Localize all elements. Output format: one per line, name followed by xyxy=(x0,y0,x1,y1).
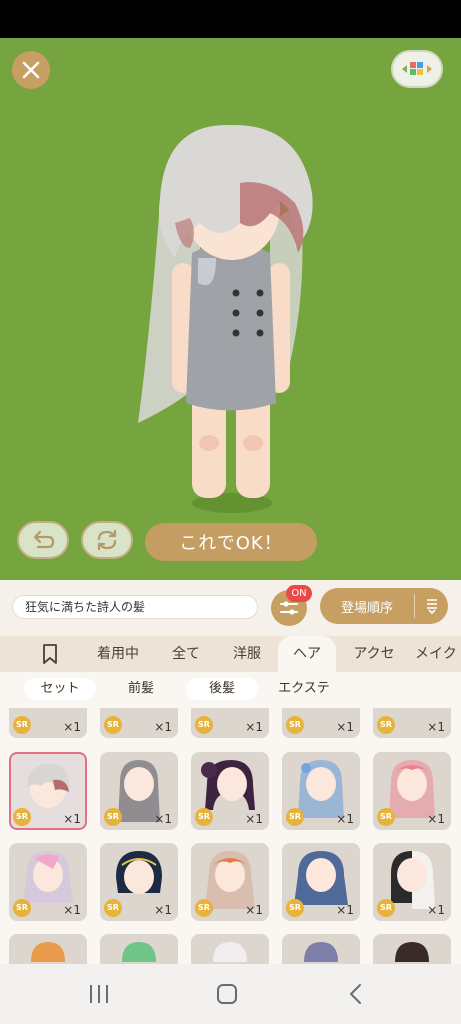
filter-bar: 狂気に満ちた詩人の髪 ON 登場順序 xyxy=(0,580,461,634)
item-card[interactable]: SR ×1 xyxy=(282,752,360,830)
rarity-badge: SR xyxy=(195,899,213,917)
item-card[interactable]: SR ×1 xyxy=(9,843,87,921)
subtab-back-hair[interactable]: 後髪 xyxy=(186,678,258,700)
item-quantity: ×1 xyxy=(63,812,81,826)
item-card[interactable]: SR ×1 xyxy=(373,752,451,830)
item-grid: SR ×1 SR ×1 SR ×1 SR ×1 SR ×1 SR ×1 SR ×1 SR ×1 … xyxy=(0,708,461,964)
tab-all[interactable]: 全て xyxy=(160,636,212,672)
hair-thumbnail xyxy=(213,942,247,962)
item-card[interactable]: SR ×1 xyxy=(373,843,451,921)
rarity-badge: SR xyxy=(286,716,304,734)
palette-icon xyxy=(402,62,432,75)
item-quantity: ×1 xyxy=(245,903,263,917)
item-card[interactable]: SR ×1 xyxy=(9,708,87,738)
confirm-button[interactable]: これでOK！ xyxy=(145,523,317,561)
category-tabs: 着用中 全て 洋服 ヘア アクセ メイク xyxy=(0,636,461,672)
item-card[interactable] xyxy=(373,934,451,964)
item-quantity: ×1 xyxy=(154,720,172,734)
home-icon[interactable] xyxy=(216,983,238,1005)
recent-apps-icon[interactable] xyxy=(87,983,111,1005)
item-quantity: ×1 xyxy=(427,812,445,826)
reset-button[interactable] xyxy=(81,521,133,559)
item-quantity: ×1 xyxy=(336,903,354,917)
item-quantity: ×1 xyxy=(245,720,263,734)
item-card[interactable]: SR ×1 xyxy=(191,708,269,738)
tab-wearing[interactable]: 着用中 xyxy=(88,636,148,672)
sort-label: 登場順序 xyxy=(340,600,393,616)
item-quantity: ×1 xyxy=(336,720,354,734)
undo-button[interactable] xyxy=(17,521,69,559)
back-icon[interactable] xyxy=(347,983,365,1005)
item-card[interactable]: SR ×1 xyxy=(373,708,451,738)
item-card[interactable]: SR ×1 xyxy=(191,752,269,830)
hair-thumbnail xyxy=(31,942,65,962)
item-card[interactable]: SR ×1 xyxy=(100,708,178,738)
tab-bookmark[interactable] xyxy=(30,636,70,672)
item-quantity: ×1 xyxy=(336,812,354,826)
close-icon xyxy=(22,61,40,79)
rarity-badge: SR xyxy=(377,716,395,734)
undo-icon xyxy=(33,530,55,549)
search-input[interactable]: 狂気に満ちた詩人の髪 xyxy=(12,595,258,619)
hair-thumbnail xyxy=(304,942,338,962)
item-card[interactable]: SR ×1 xyxy=(282,708,360,738)
hair-subtabs: セット 前髪 後髪 エクステ xyxy=(0,672,461,708)
tab-hair[interactable]: ヘア xyxy=(278,636,336,672)
rarity-badge: SR xyxy=(377,808,395,826)
item-card[interactable] xyxy=(100,934,178,964)
subtab-bangs[interactable]: 前髪 xyxy=(108,678,174,700)
item-card[interactable]: SR ×1 xyxy=(100,752,178,830)
system-nav-bar xyxy=(0,964,461,1024)
rarity-badge: SR xyxy=(13,899,31,917)
color-palette-button[interactable] xyxy=(391,50,443,88)
item-quantity: ×1 xyxy=(427,720,445,734)
item-quantity: ×1 xyxy=(154,812,172,826)
tab-accessory[interactable]: アクセ xyxy=(344,636,404,672)
item-card[interactable]: SR ×1 xyxy=(191,843,269,921)
tab-clothes[interactable]: 洋服 xyxy=(222,636,272,672)
status-bar xyxy=(0,0,461,38)
rarity-badge: SR xyxy=(195,808,213,826)
close-button[interactable] xyxy=(12,51,50,89)
rarity-badge: SR xyxy=(104,899,122,917)
sort-order-icon xyxy=(426,599,437,615)
item-card[interactable]: SR ×1 xyxy=(282,843,360,921)
avatar-character xyxy=(138,124,313,513)
rarity-badge: SR xyxy=(195,716,213,734)
item-card-selected[interactable]: SR ×1 xyxy=(9,752,87,830)
item-quantity: ×1 xyxy=(427,903,445,917)
sort-order-button[interactable] xyxy=(415,597,448,615)
rarity-badge: SR xyxy=(286,899,304,917)
rarity-badge: SR xyxy=(286,808,304,826)
rarity-badge: SR xyxy=(104,808,122,826)
hair-thumbnail xyxy=(122,942,156,962)
item-quantity: ×1 xyxy=(63,903,81,917)
item-quantity: ×1 xyxy=(245,812,263,826)
rarity-badge: SR xyxy=(104,716,122,734)
hair-thumbnail xyxy=(395,942,429,962)
item-card[interactable]: SR ×1 xyxy=(100,843,178,921)
bookmark-icon xyxy=(43,644,57,664)
item-card[interactable] xyxy=(9,934,87,964)
subtab-extensions[interactable]: エクステ xyxy=(268,678,340,700)
refresh-icon xyxy=(97,529,117,551)
item-card[interactable] xyxy=(191,934,269,964)
item-quantity: ×1 xyxy=(154,903,172,917)
sort-button[interactable]: 登場順序 xyxy=(320,588,448,624)
rarity-badge: SR xyxy=(13,716,31,734)
item-card[interactable] xyxy=(282,934,360,964)
item-quantity: ×1 xyxy=(63,720,81,734)
rarity-badge: SR xyxy=(13,808,31,826)
subtab-set[interactable]: セット xyxy=(24,678,96,700)
rarity-badge: SR xyxy=(377,899,395,917)
tab-makeup[interactable]: メイク xyxy=(415,636,461,672)
avatar-stage: これでOK！ xyxy=(0,38,461,580)
filter-on-badge: ON xyxy=(286,585,312,602)
